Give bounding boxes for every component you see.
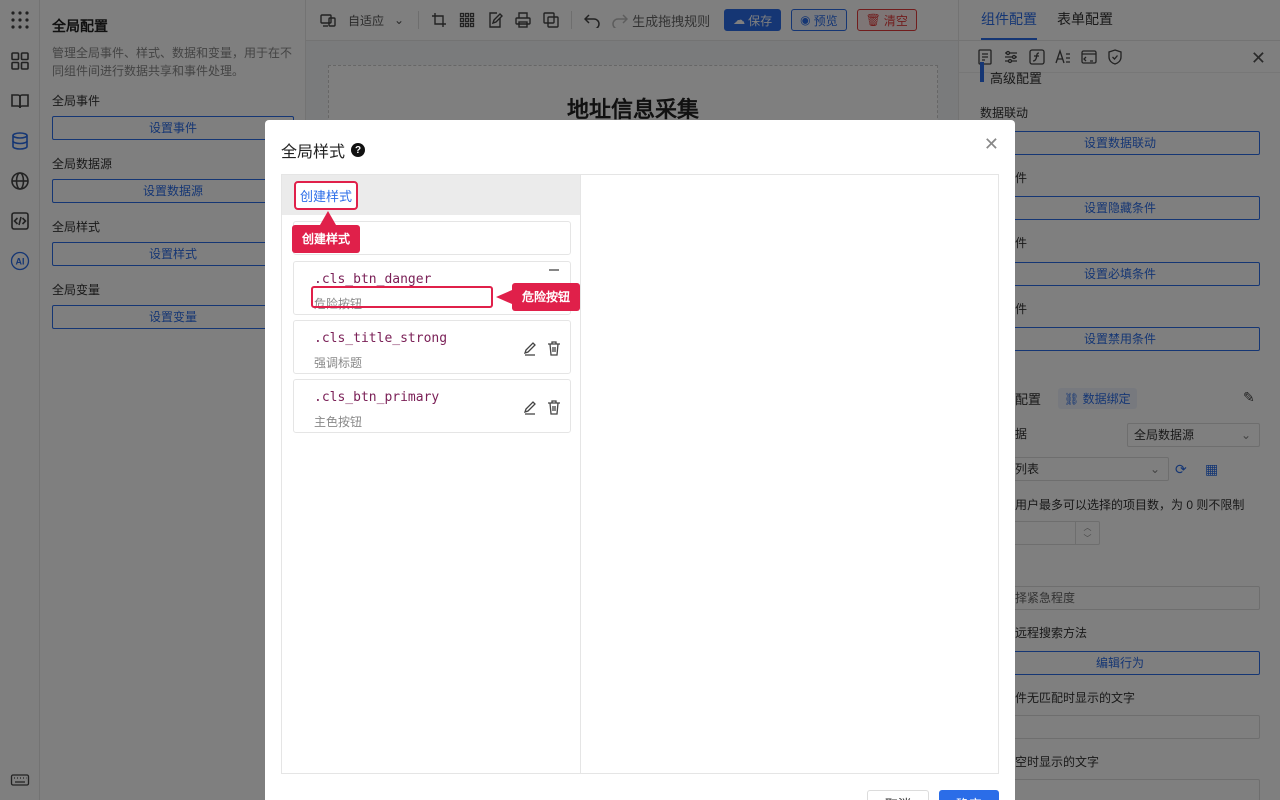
- delete-icon[interactable]: [546, 399, 562, 415]
- dialog-close-icon[interactable]: ✕: [984, 134, 999, 155]
- style-name: .cls_btn_danger: [314, 272, 432, 287]
- edit-icon[interactable]: [522, 399, 538, 415]
- cancel-button[interactable]: 取消: [867, 790, 929, 800]
- style-actions: [522, 258, 562, 274]
- danger-button-callout: 危险按钮: [495, 283, 581, 311]
- style-actions: [522, 399, 562, 415]
- dialog-body: 创建样式 .cls_btn_danger 危险按钮 .cls_title_str…: [281, 174, 999, 774]
- global-style-dialog: 全局样式 ? ✕ 创建样式 .cls_btn_danger 危险按钮 .cls_…: [265, 120, 1015, 800]
- delete-icon[interactable]: [546, 258, 562, 274]
- dialog-title-text: 全局样式: [281, 144, 346, 161]
- style-editor-pane[interactable]: [582, 175, 998, 773]
- style-desc: 强调标题: [314, 356, 363, 370]
- edit-icon[interactable]: [522, 258, 538, 274]
- create-style-link[interactable]: 创建样式: [294, 180, 359, 210]
- dialog-title: 全局样式 ?: [281, 138, 366, 162]
- style-name: .cls_btn_primary: [314, 390, 440, 405]
- edit-icon[interactable]: [522, 340, 538, 356]
- highlight-box: [311, 286, 493, 308]
- delete-icon[interactable]: [546, 340, 562, 356]
- style-list-header: 创建样式: [282, 175, 580, 215]
- style-actions: [522, 340, 562, 356]
- style-list-pane: 创建样式 .cls_btn_danger 危险按钮 .cls_title_str…: [282, 175, 581, 773]
- style-card-btn-primary[interactable]: .cls_btn_primary 主色按钮: [293, 379, 571, 433]
- style-name: .cls_title_strong: [314, 331, 448, 346]
- create-style-callout: 创建样式: [292, 211, 361, 253]
- style-desc: 主色按钮: [314, 415, 363, 429]
- help-icon[interactable]: ?: [351, 143, 366, 157]
- style-card-title-strong[interactable]: .cls_title_strong 强调标题: [293, 320, 571, 374]
- ok-button[interactable]: 确定: [939, 790, 999, 800]
